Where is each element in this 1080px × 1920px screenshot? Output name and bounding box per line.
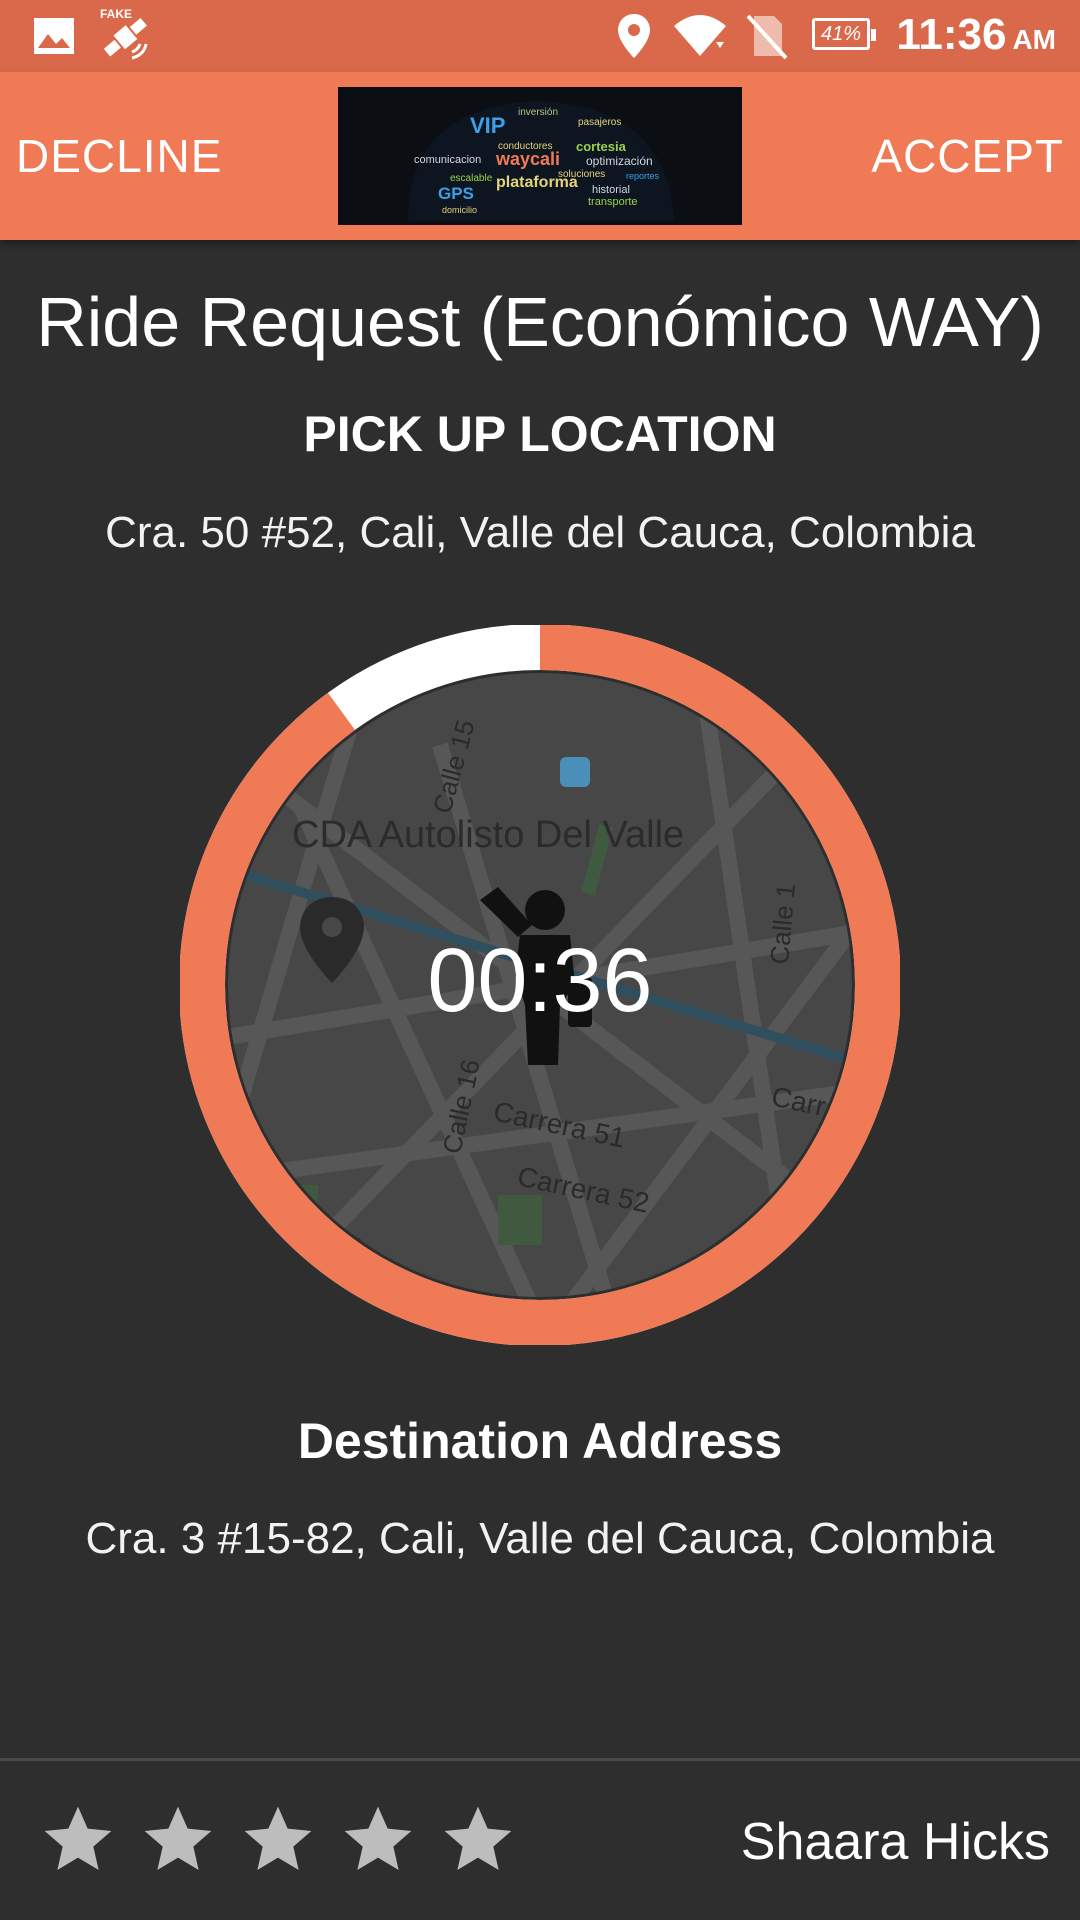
logo-word-optimizacion: optimización: [586, 154, 653, 168]
pickup-heading: PICK UP LOCATION: [303, 406, 777, 462]
star-icon: [144, 1806, 212, 1870]
wifi-icon: [674, 15, 726, 56]
rider-name: Shaara Hicks: [740, 1813, 1050, 1871]
battery-icon: 41%: [812, 18, 876, 50]
clock-ampm: AM: [1012, 24, 1056, 55]
logo-word-vip: VIP: [470, 113, 505, 138]
bus-stop-icon: [560, 757, 590, 787]
star-icon: [244, 1806, 312, 1870]
logo-word-reportes: reportes: [626, 171, 660, 181]
logo-word-pasajeros: pasajeros: [578, 117, 621, 128]
logo-word-inversion: inversión: [518, 107, 558, 118]
rider-rating: [38, 1800, 518, 1884]
decline-button[interactable]: DECLINE: [16, 72, 222, 240]
countdown-timer: CDA Autolisto Del Valle Calle 15 Calle 1…: [179, 624, 901, 1346]
logo-word-domicilio: domicilio: [442, 205, 477, 215]
ride-request-title: Ride Request (Económico WAY): [36, 283, 1044, 361]
logo-word-escalable: escalable: [450, 173, 493, 184]
divider: [0, 1758, 1080, 1761]
star-icon: [344, 1806, 412, 1870]
waycali-logo: inversión pasajeros VIP cortesia conduct…: [338, 87, 742, 225]
star-icon: [44, 1806, 112, 1870]
status-bar: FAKE 41% 11:36 AM: [0, 0, 1080, 72]
logo-word-gps: GPS: [438, 184, 474, 203]
destination-address: Cra. 3 #15-82, Cali, Valle del Cauca, Co…: [85, 1514, 995, 1563]
fake-badge: FAKE: [100, 7, 132, 21]
destination-heading: Destination Address: [297, 1413, 783, 1469]
star-icon: [444, 1806, 512, 1870]
logo-word-cloud: inversión pasajeros VIP cortesia conduct…: [408, 101, 674, 221]
logo-word-historial: historial: [592, 184, 630, 196]
logo-word-transporte: transporte: [588, 196, 638, 208]
fake-gps-icon: FAKE: [100, 7, 148, 60]
pickup-address: Cra. 50 #52, Cali, Valle del Cauca, Colo…: [105, 508, 975, 557]
app-bar: DECLINE inversión pasajeros VIP cortesia…: [0, 72, 1080, 240]
accept-button[interactable]: ACCEPT: [871, 72, 1064, 240]
logo-word-plataforma: plataforma: [496, 174, 578, 191]
clock-time: 11:36: [896, 10, 1007, 59]
logo-word-waycali: waycali: [495, 149, 560, 169]
map-label-poi: CDA Autolisto Del Valle: [292, 814, 684, 856]
logo-word-comunicacion: comunicacion: [414, 154, 481, 166]
no-sim-icon: [746, 14, 788, 60]
logo-word-cortesia: cortesia: [576, 139, 627, 154]
countdown-text: 00:36: [427, 931, 653, 1031]
location-icon: [618, 14, 650, 58]
image-icon: [34, 18, 74, 54]
clock: 11:36 AM: [896, 10, 1056, 60]
